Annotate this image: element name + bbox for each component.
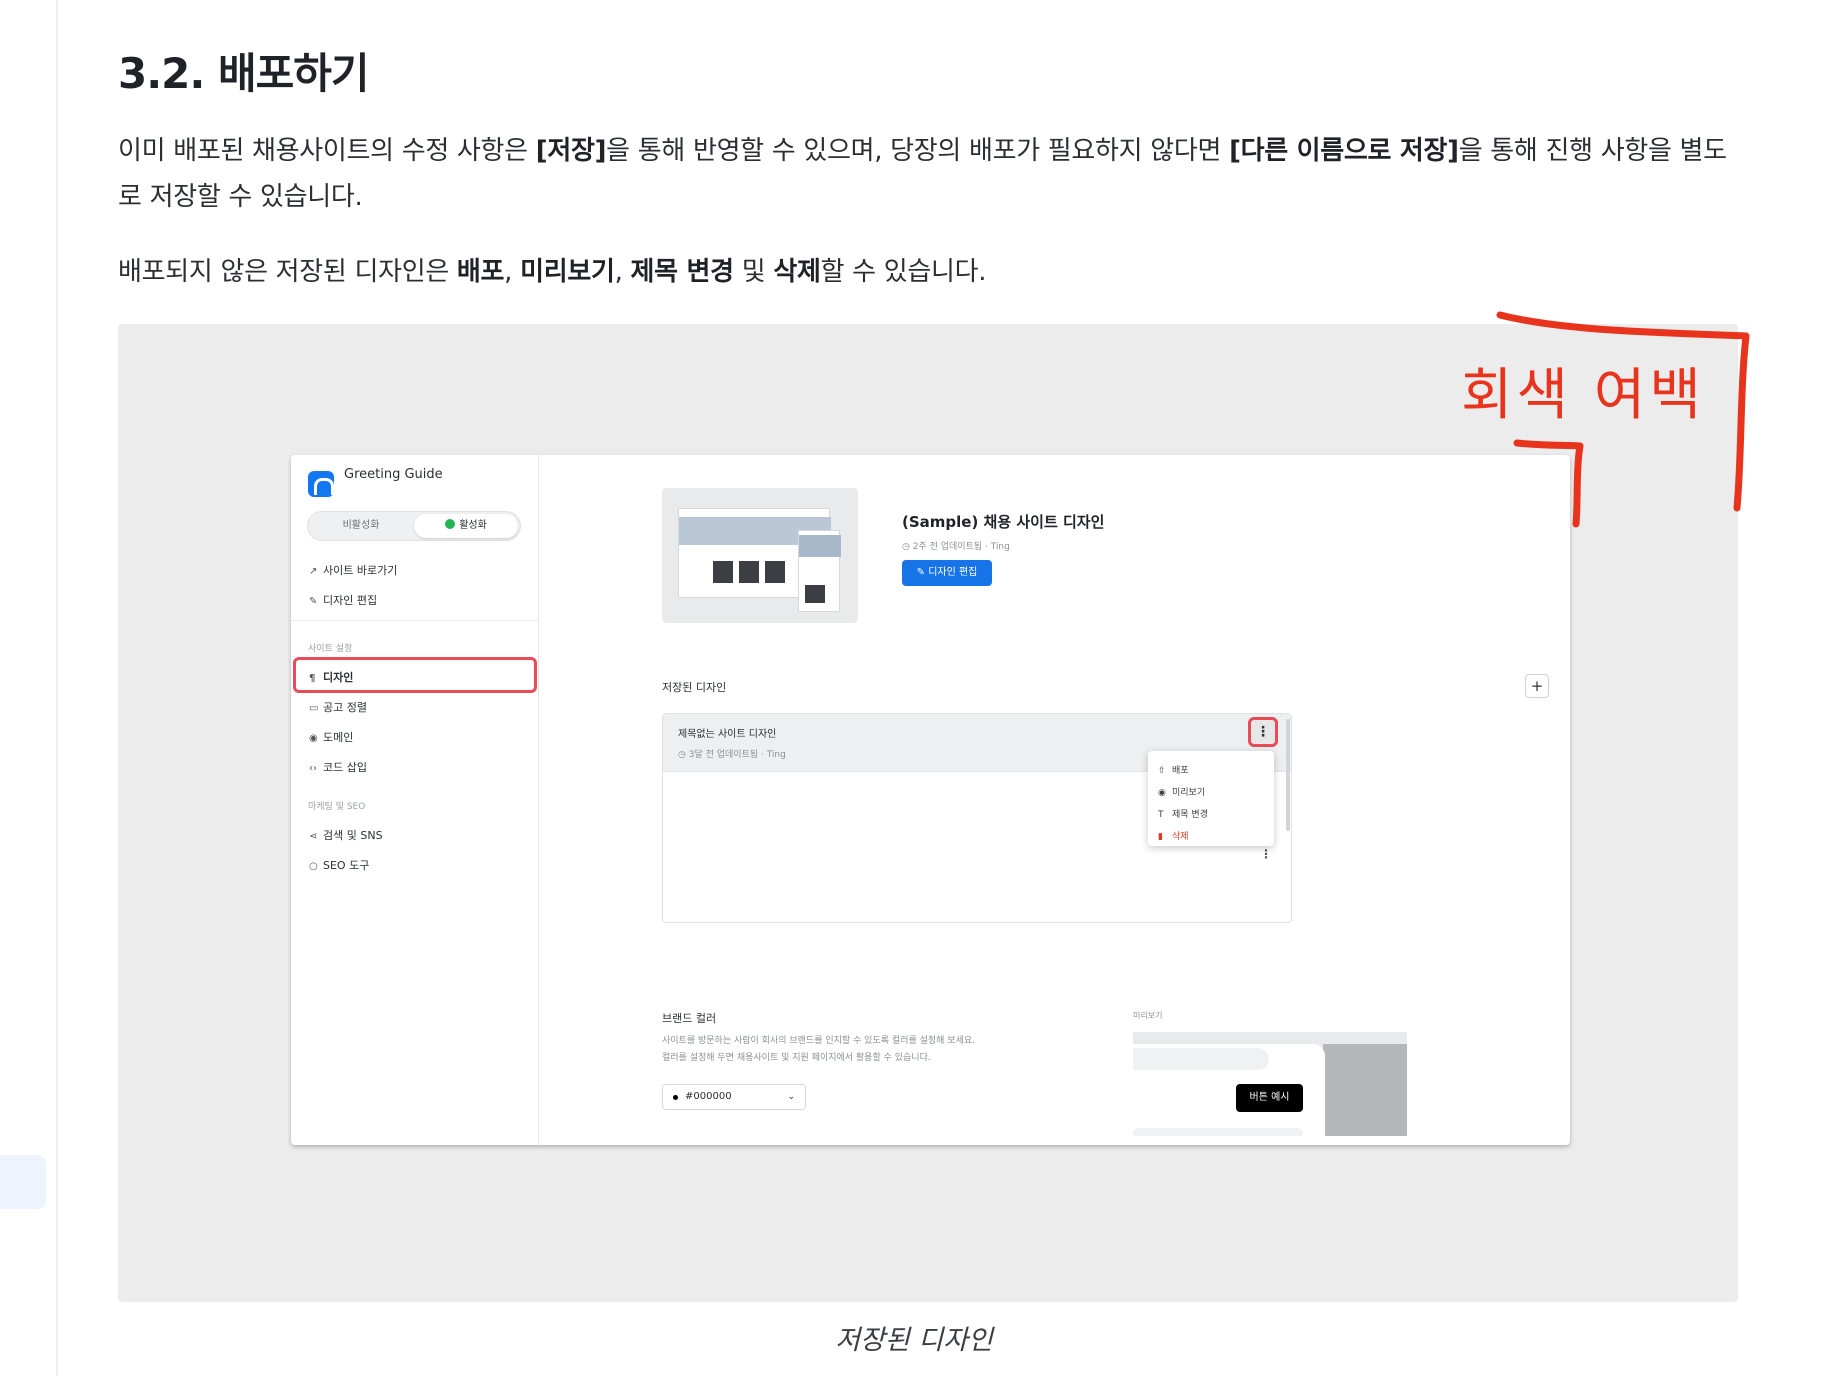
annotation-bracket bbox=[1496, 311, 1750, 528]
annotation-label: 회색 여백 bbox=[1461, 363, 1705, 428]
figure-caption: 저장된 디자인 bbox=[835, 1325, 993, 1356]
